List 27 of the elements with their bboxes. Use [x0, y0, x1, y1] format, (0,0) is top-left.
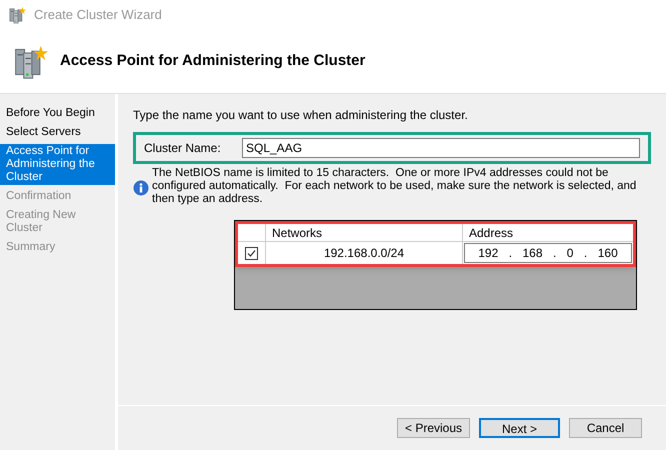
- server-icon: [8, 6, 26, 24]
- octet-text: 0: [566, 245, 574, 262]
- dot-separator: .: [552, 245, 556, 262]
- server-icon: [12, 44, 48, 80]
- dot-separator: .: [584, 245, 588, 262]
- octet-text: 192: [478, 245, 498, 262]
- page-title: Access Point for Administering the Cluster: [60, 51, 366, 72]
- wizard-step[interactable]: Access Point for Administering the Cluster: [0, 144, 115, 185]
- row-checkbox[interactable]: [245, 246, 258, 260]
- wizard-button[interactable]: Cancel: [569, 418, 642, 438]
- column-header[interactable]: Networks: [266, 224, 463, 241]
- info-icon: [133, 180, 149, 196]
- cluster-name-label: Cluster Name:: [144, 140, 222, 157]
- wizard-step[interactable]: Select Servers: [0, 125, 115, 140]
- instruction-text: Type the name you want to use when administering the cluster.: [133, 107, 469, 124]
- wizard-button[interactable]: Next >: [479, 418, 560, 438]
- info-text: The NetBIOS name is limited to 15 characters. One or more IPv4 addresses could not be configured automatically. For each network to be used, make sure the network is selected, and then type an address.: [152, 167, 638, 206]
- window-title: Create Cluster Wizard: [34, 6, 162, 24]
- cluster-name-field[interactable]: SQL_AAG: [242, 138, 640, 158]
- octet-text: 168: [522, 245, 543, 262]
- column-header[interactable]: Address: [463, 224, 633, 241]
- ip-address-field[interactable]: 192 . 168 . 0 . 160: [464, 243, 632, 263]
- wizard-step[interactable]: Before You Begin: [0, 106, 115, 121]
- table-cell: 192.168.0.0/24: [266, 242, 463, 264]
- wizard-button[interactable]: < Previous: [397, 418, 470, 438]
- dot-separator: .: [508, 245, 512, 262]
- octet-text: 160: [598, 245, 618, 262]
